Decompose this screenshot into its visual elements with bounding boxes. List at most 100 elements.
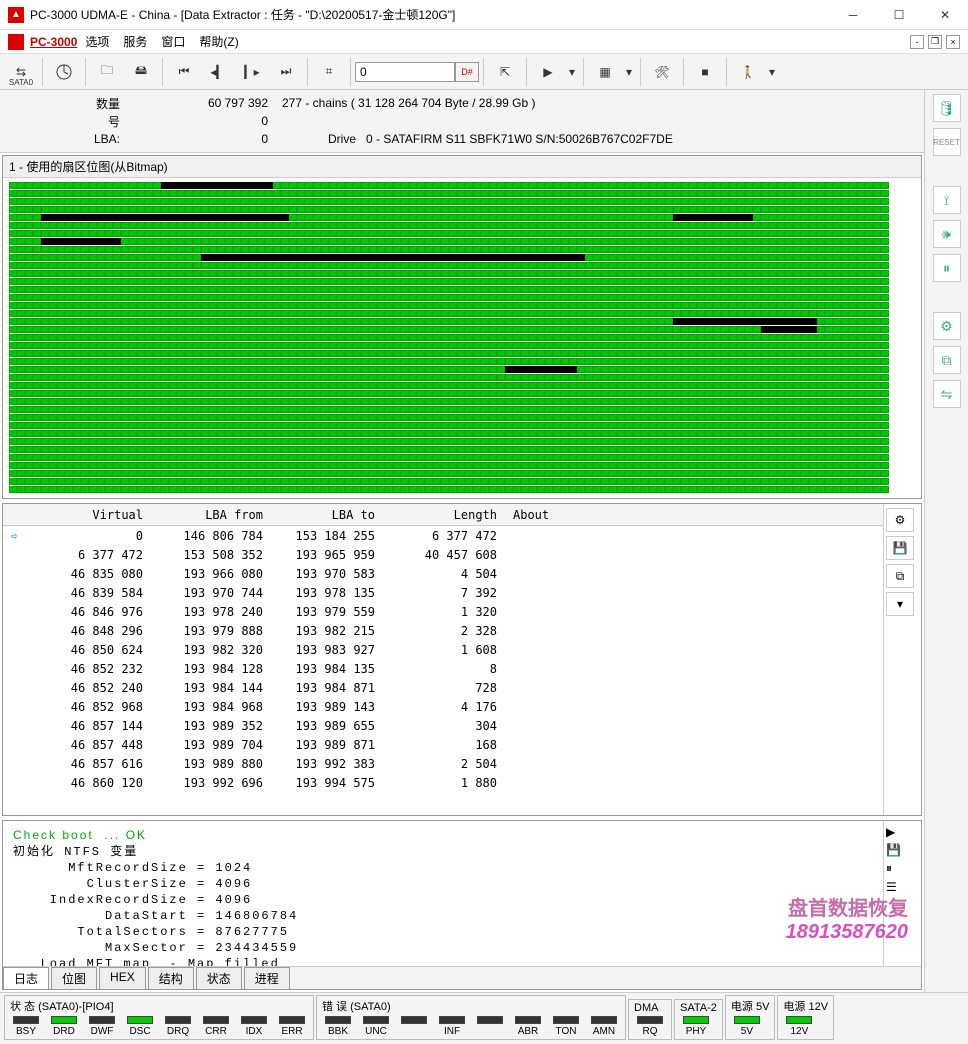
table-row[interactable]: 46 852 232193 984 128193 984 1358: [3, 659, 883, 678]
log-pause-icon[interactable]: ⏸: [886, 861, 919, 876]
play-dropdown[interactable]: ▾: [565, 57, 579, 87]
chain-table-panel: Virtual LBA from LBA to Length About ➪ 0…: [2, 503, 922, 816]
table-row[interactable]: 46 846 976193 978 240193 979 5591 320: [3, 602, 883, 621]
drive-value: 0 - SATAFIRM S11 SBFK71W0 S/N:50026B767C…: [366, 132, 673, 146]
minimize-button[interactable]: ─: [830, 0, 876, 30]
led-ton: TON: [548, 1016, 584, 1037]
mdi-close[interactable]: ×: [946, 35, 960, 49]
next-button[interactable]: ▎▸: [235, 57, 269, 87]
prev-button[interactable]: ◂▎: [201, 57, 235, 87]
tab-status[interactable]: 状态: [196, 967, 242, 989]
export-button[interactable]: ⇱: [488, 57, 522, 87]
copy2-icon[interactable]: ⧉: [933, 346, 961, 374]
table-row[interactable]: 46 848 296193 979 888193 982 2152 328: [3, 621, 883, 640]
grid-button[interactable]: ⌗: [312, 57, 346, 87]
sata-port-button[interactable]: ⇆SATA0: [4, 57, 38, 87]
tab-struct[interactable]: 结构: [148, 967, 194, 989]
brand-icon: [8, 34, 24, 50]
num-label: 号: [8, 113, 128, 130]
window-title: PC-3000 UDMA-E - China - [Data Extractor…: [30, 6, 830, 23]
offset-input[interactable]: [355, 62, 455, 82]
app-icon: ▲: [8, 7, 24, 23]
grid-dropdown[interactable]: ▾: [622, 57, 636, 87]
d-number-button[interactable]: D#: [455, 62, 479, 82]
power12v-group: 电源 12V12V: [777, 995, 834, 1040]
error-group: 错 误 (SATA0)BBKUNCINFABRTONAMN: [316, 995, 626, 1040]
table-row[interactable]: 46 860 120193 992 696193 994 5751 880: [3, 773, 883, 792]
close-button[interactable]: ✕: [922, 0, 968, 30]
log-list-icon[interactable]: ☰: [886, 880, 919, 894]
table-row[interactable]: 46 857 616193 989 880193 992 3832 504: [3, 754, 883, 773]
reset-icon[interactable]: RESET: [933, 128, 961, 156]
table-row[interactable]: 46 857 448193 989 704193 989 871168: [3, 735, 883, 754]
log-tabs: 日志 位图 HEX 结构 状态 进程: [3, 966, 921, 989]
table-dropdown-icon[interactable]: ▾: [886, 592, 914, 616]
last-button[interactable]: ⏭: [269, 57, 303, 87]
table-save-icon[interactable]: 💾: [886, 536, 914, 560]
menu-services[interactable]: 服务: [117, 31, 153, 52]
sound-icon[interactable]: 🕪: [933, 220, 961, 248]
col-lba-from[interactable]: LBA from: [151, 508, 271, 522]
table-row[interactable]: 46 850 624193 982 320193 983 9271 608: [3, 640, 883, 659]
led-unc: UNC: [358, 1016, 394, 1037]
table-row[interactable]: 46 835 080193 966 080193 970 5834 504: [3, 564, 883, 583]
led-phy: PHY: [678, 1016, 714, 1037]
open-button[interactable]: 🗀: [90, 57, 124, 87]
stop-button[interactable]: ■: [688, 57, 722, 87]
grid-icon[interactable]: ▦: [588, 57, 622, 87]
tab-log[interactable]: 日志: [3, 967, 49, 989]
led-12v: 12V: [781, 1016, 817, 1037]
col-length[interactable]: Length: [383, 508, 505, 522]
play-button[interactable]: ▶: [531, 57, 565, 87]
menu-help[interactable]: 帮助(Z): [193, 31, 244, 52]
led-dwf: DWF: [84, 1016, 120, 1037]
led-bsy: BSY: [8, 1016, 44, 1037]
mdi-minimize[interactable]: -: [910, 35, 924, 49]
drive-label: Drive: [328, 132, 356, 146]
pause-icon[interactable]: ⏸: [933, 254, 961, 282]
col-lba-to[interactable]: LBA to: [271, 508, 383, 522]
menu-window[interactable]: 窗口: [155, 31, 191, 52]
tab-hex[interactable]: HEX: [99, 967, 146, 989]
maximize-button[interactable]: ☐: [876, 0, 922, 30]
bitmap-panel: 1 - 使用的扇区位图(从Bitmap): [2, 155, 922, 499]
qty-value: 60 797 392: [128, 96, 278, 110]
exit-dropdown[interactable]: ▾: [765, 57, 779, 87]
first-button[interactable]: ⏮: [167, 57, 201, 87]
brand-label[interactable]: PC-3000: [30, 35, 77, 49]
toolbar: ⇆SATA0 🗀 🖴 ⏮ ◂▎ ▎▸ ⏭ ⌗ D# ⇱ ▶ ▾ ▦ ▾ 🛠 ■ …: [0, 54, 968, 90]
tab-bitmap[interactable]: 位图: [51, 967, 97, 989]
led-abr: ABR: [510, 1016, 546, 1037]
tools-button[interactable]: 🛠: [645, 57, 679, 87]
table-do-icon[interactable]: ⚙: [886, 508, 914, 532]
table-row[interactable]: 46 857 144193 989 352193 989 655304: [3, 716, 883, 735]
sata2-group: SATA-2PHY: [674, 999, 723, 1040]
plug-icon[interactable]: ⇋: [933, 380, 961, 408]
table-row[interactable]: 46 852 968193 984 968193 989 1434 176: [3, 697, 883, 716]
menu-options[interactable]: 选项: [79, 31, 115, 52]
tab-process[interactable]: 进程: [244, 967, 290, 989]
table-row[interactable]: 6 377 472153 508 352193 965 95940 457 60…: [3, 545, 883, 564]
col-about[interactable]: About: [505, 508, 883, 522]
exit-button[interactable]: 🚶: [731, 57, 765, 87]
table-row[interactable]: ➪ 0146 806 784153 184 2556 377 472: [3, 526, 883, 545]
led-bbk: BBK: [320, 1016, 356, 1037]
table-copy-icon[interactable]: ⧉: [886, 564, 914, 588]
log-run-icon[interactable]: ▶: [886, 825, 919, 839]
db-icon[interactable]: 🛢: [933, 94, 961, 122]
table-row[interactable]: 46 839 584193 970 744193 978 1357 392: [3, 583, 883, 602]
mdi-restore[interactable]: ❐: [928, 35, 942, 49]
qty-label: 数量: [8, 95, 128, 112]
table-body[interactable]: ➪ 0146 806 784153 184 2556 377 472 6 377…: [3, 526, 883, 815]
table-row[interactable]: 46 852 240193 984 144193 984 871728: [3, 678, 883, 697]
log-save-icon[interactable]: 💾: [886, 843, 919, 857]
table-side-tools: ⚙ 💾 ⧉ ▾: [883, 504, 921, 815]
drive-button[interactable]: 🖴: [124, 57, 158, 87]
col-virtual[interactable]: Virtual: [21, 508, 151, 522]
connect-button[interactable]: [47, 57, 81, 87]
gear2-icon[interactable]: ⚙: [933, 312, 961, 340]
bitmap-grid[interactable]: [3, 178, 921, 498]
log-body[interactable]: Check boot ... OK 初始化 NTFS 变量 MftRecordS…: [3, 821, 883, 966]
antenna-icon[interactable]: ⟟: [933, 186, 961, 214]
power5v-group: 电源 5V5V: [725, 995, 776, 1040]
